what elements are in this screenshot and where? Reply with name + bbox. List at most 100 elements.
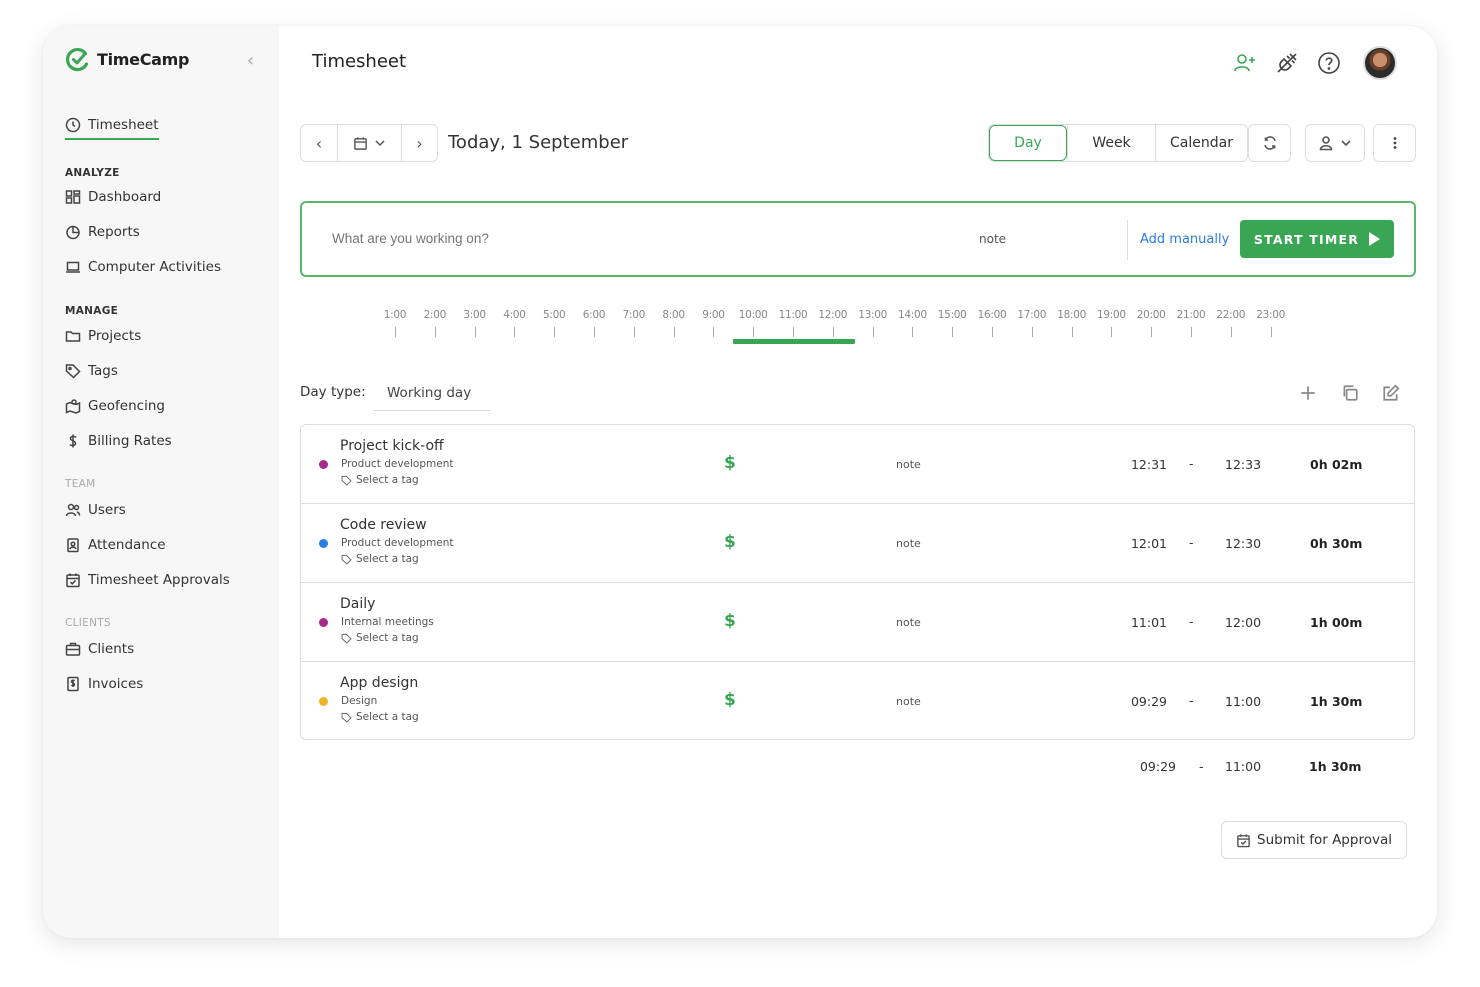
user-icon [1319,136,1333,151]
entry-title[interactable]: Project kick-off [340,438,444,454]
entry-project[interactable]: Product development [341,458,453,470]
entry-end-time[interactable]: 12:33 [1225,457,1261,472]
day-type-label: Day type: [300,384,366,400]
entry-note[interactable]: note [896,458,921,471]
task-input[interactable] [332,231,732,246]
plug-icon [1277,53,1297,73]
totals-row: 09:29 - 11:00 1h 30m [300,759,1415,779]
timeline-hour-label: 14:00 [898,309,927,321]
entry-duration[interactable]: 0h 30m [1310,536,1362,551]
entry-start-time[interactable]: 12:01 [1111,536,1167,551]
entry-start-time[interactable]: 11:01 [1111,615,1167,630]
time-entry-row[interactable]: Code review Product development Select a t… [301,504,1414,583]
time-separator: - [1189,693,1194,708]
more-options-button[interactable] [1373,124,1416,162]
date-picker-button[interactable] [337,125,401,161]
tab-day[interactable]: Day [989,125,1067,161]
select-tag-button[interactable]: Select a tag [341,632,419,644]
user-select-button[interactable] [1305,124,1365,162]
time-entry-row[interactable]: App design Design Select a tag $ note 09:29 - 1… [301,662,1414,739]
entry-project[interactable]: Product development [341,537,453,549]
entry-note[interactable]: note [896,695,921,708]
sync-button[interactable] [1248,124,1291,162]
billable-toggle[interactable]: $ [724,453,736,473]
submit-label: Submit for Approval [1257,832,1392,848]
sidebar-item-reports[interactable]: Reports [65,222,140,242]
integrations-button[interactable] [1273,49,1301,77]
billable-toggle[interactable]: $ [724,690,736,710]
section-label-analyze: ANALYZE [65,167,120,179]
select-tag-button[interactable]: Select a tag [341,553,419,565]
select-tag-button[interactable]: Select a tag [341,711,419,723]
add-manually-link[interactable]: Add manually [1140,232,1229,247]
sidebar: TimeCamp ‹ Timesheet ANALYZE Dashboard R… [43,26,279,938]
sidebar-item-computer-activities[interactable]: Computer Activities [65,257,221,277]
select-tag-label: Select a tag [356,632,419,644]
entry-title[interactable]: App design [340,675,418,691]
time-separator: - [1189,535,1194,550]
note-field[interactable]: note [979,232,1006,246]
day-type-select[interactable]: Working day [373,376,491,411]
entry-end-time[interactable]: 12:30 [1225,536,1261,551]
entry-duration[interactable]: 0h 02m [1310,457,1362,472]
add-user-button[interactable] [1231,49,1259,77]
timeline-hour-label: 9:00 [702,309,725,321]
timeline-hour-label: 11:00 [778,309,808,321]
invoice-icon [67,676,79,692]
entry-note[interactable]: note [896,616,921,629]
billable-toggle[interactable]: $ [724,532,736,552]
sidebar-item-dashboard[interactable]: Dashboard [65,187,161,207]
logo[interactable]: TimeCamp [65,46,189,72]
tab-week[interactable]: Week [1067,125,1155,161]
sidebar-item-label: Geofencing [88,398,165,414]
tracked-time-bar[interactable] [732,339,855,344]
sidebar-item-attendance[interactable]: Attendance [65,535,166,555]
sidebar-item-invoices[interactable]: Invoices [65,674,143,694]
entry-project[interactable]: Internal meetings [341,616,434,628]
avatar[interactable] [1363,46,1397,80]
help-button[interactable] [1315,49,1343,77]
view-switcher: Day Week Calendar [988,124,1248,162]
entry-duration[interactable]: 1h 00m [1310,615,1362,630]
edit-button[interactable] [1380,382,1402,404]
sidebar-item-billing-rates[interactable]: Billing Rates [65,431,172,451]
entry-end-time[interactable]: 11:00 [1225,694,1261,709]
sidebar-item-label: Billing Rates [88,433,172,449]
entry-end-time[interactable]: 12:00 [1225,615,1261,630]
time-entry-bar: note Add manually START TIMER [300,201,1416,277]
timeline-tick [992,327,993,337]
sidebar-item-timesheet-approvals[interactable]: Timesheet Approvals [65,570,230,590]
collapse-sidebar-icon[interactable]: ‹ [247,50,254,71]
submit-for-approval-button[interactable]: Submit for Approval [1221,821,1407,859]
sidebar-item-tags[interactable]: Tags [65,361,118,381]
entry-title[interactable]: Code review [340,517,427,533]
tag-icon [341,633,352,644]
duplicate-button[interactable] [1339,382,1361,404]
day-timeline: 1:00 2:00 3:00 4:00 5:00 6:00 7:00 8:00 9:00 10:0… [384,309,1315,349]
entry-title[interactable]: Daily [340,596,375,612]
timeline-tick [474,327,476,337]
sidebar-item-clients[interactable]: Clients [65,639,134,659]
next-day-button[interactable]: › [401,125,437,161]
entry-start-time[interactable]: 09:29 [1111,694,1167,709]
add-entry-button[interactable] [1297,382,1319,404]
chevron-down-icon [375,140,385,147]
entry-note[interactable]: note [896,537,921,550]
billable-toggle[interactable]: $ [724,611,736,631]
sidebar-item-geofencing[interactable]: Geofencing [65,396,165,416]
previous-day-button[interactable]: ‹ [301,125,337,161]
sidebar-item-timesheet[interactable]: Timesheet [65,116,159,140]
sidebar-item-projects[interactable]: Projects [65,326,141,346]
sidebar-item-label: Dashboard [88,189,162,205]
entry-duration[interactable]: 1h 30m [1310,694,1362,709]
timeline-hour-label: 17:00 [1017,309,1047,321]
start-timer-button[interactable]: START TIMER [1240,220,1394,258]
time-entry-row[interactable]: Project kick-off Product development Selec… [301,425,1414,504]
select-tag-button[interactable]: Select a tag [341,474,419,486]
sidebar-item-users[interactable]: Users [65,500,126,520]
entry-project[interactable]: Design [341,695,377,707]
time-entry-row[interactable]: Daily Internal meetings Select a tag $ note 1… [301,583,1414,662]
timeline-hour-label: 6:00 [582,309,606,321]
entry-start-time[interactable]: 12:31 [1111,457,1167,472]
tab-calendar[interactable]: Calendar [1155,125,1247,161]
